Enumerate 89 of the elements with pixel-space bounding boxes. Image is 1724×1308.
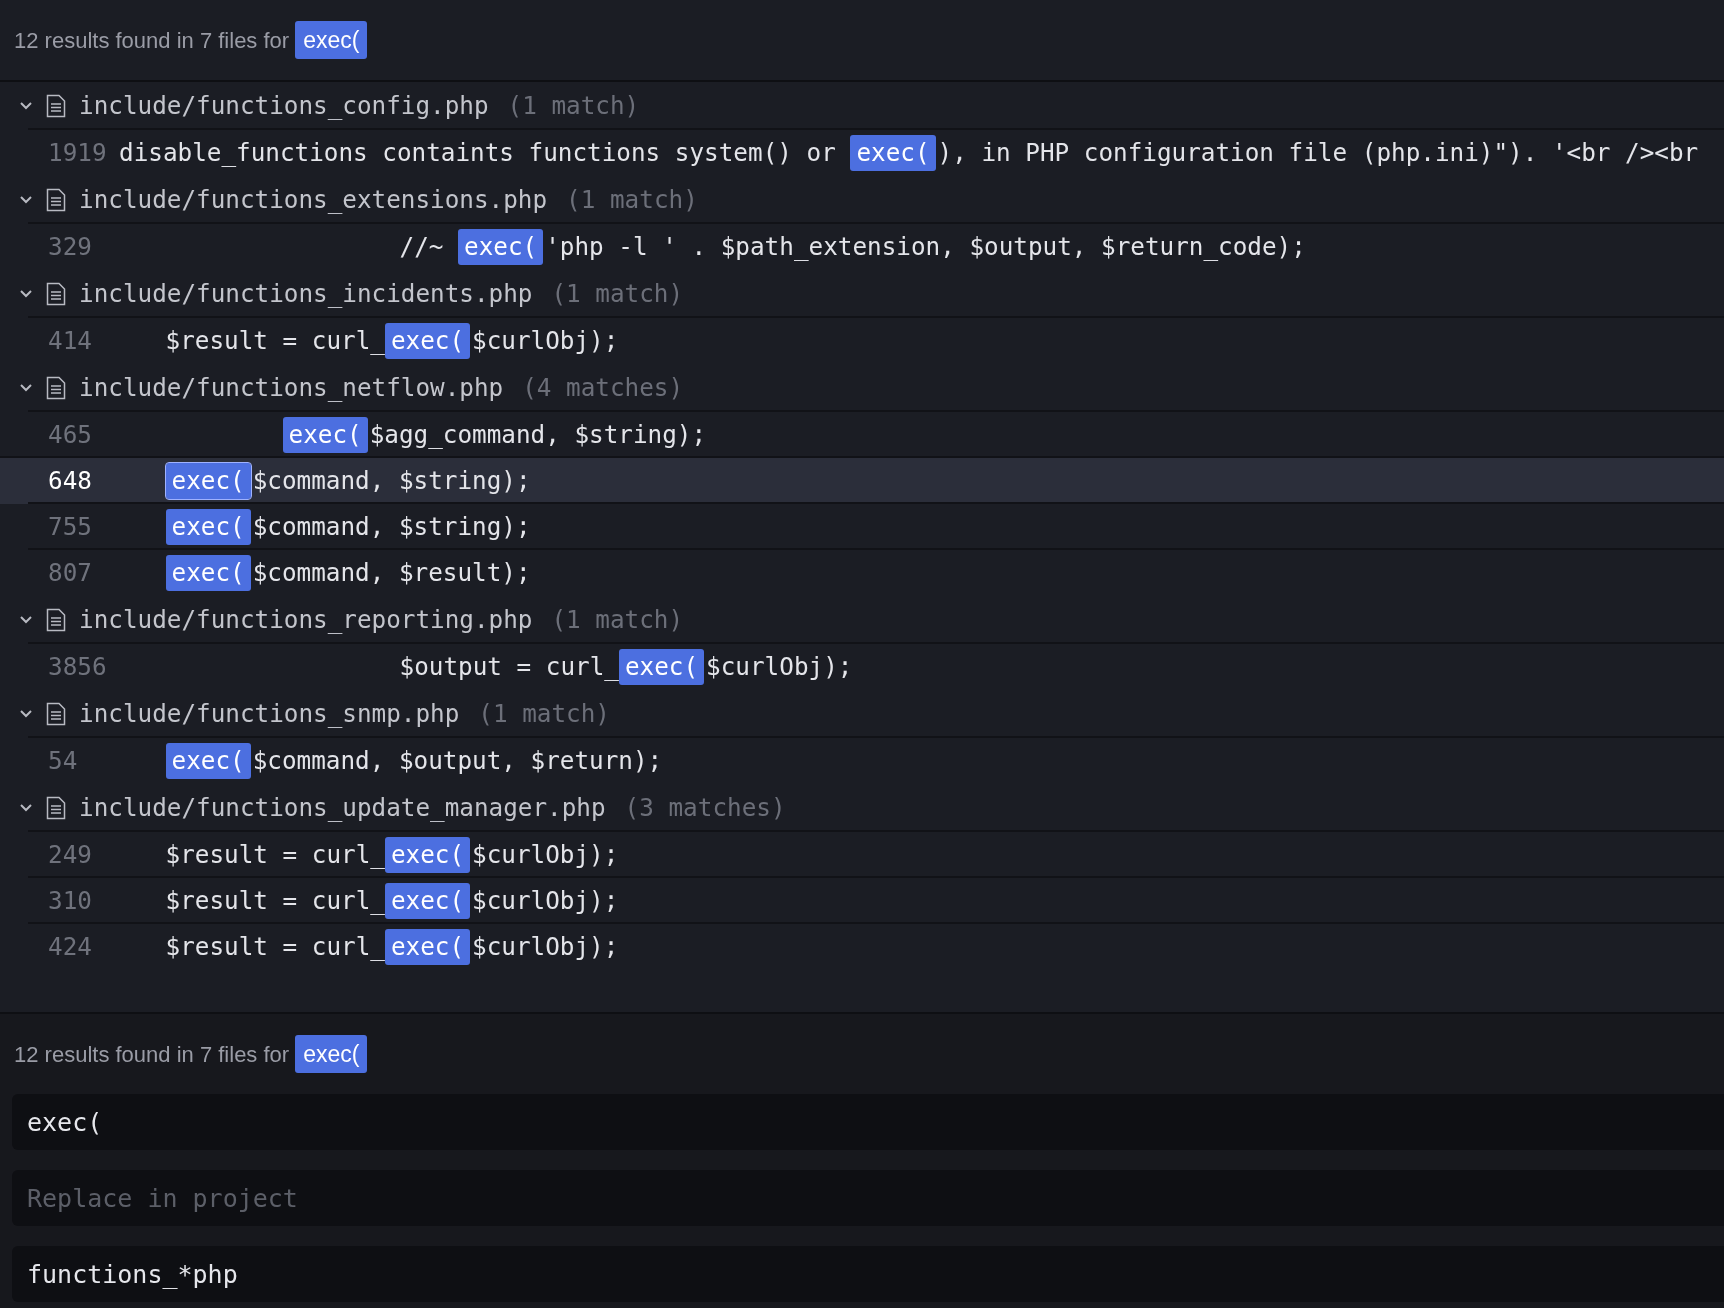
match-highlight: exec( [165,554,251,592]
match-highlight: exec( [384,882,471,920]
match-highlight: exec( [458,228,544,266]
file-header[interactable]: include/functions_config.php (1 match) [0,82,1724,130]
file-path: include/functions_snmp.php [79,697,460,730]
file-icon [46,608,66,632]
match-count: (1 match) [478,697,610,730]
file-header[interactable]: include/functions_update_manager.php (3 matches) [0,784,1724,832]
query-tag: exec( [295,1034,368,1074]
match-row[interactable]: 424 $result = curl_ exec( $curlObj); [28,922,1724,970]
file-header[interactable]: include/functions_incidents.php (1 match) [0,270,1724,318]
match-highlight: exec( [384,836,471,874]
match-row[interactable]: 414 $result = curl_ exec( $curlObj); [28,316,1724,364]
file-icon [46,702,66,726]
search-field[interactable]: exec( [12,1094,1724,1150]
match-highlight: exec( [282,416,368,454]
file-path: include/functions_netflow.php [79,371,504,404]
file-icon [46,188,66,212]
file-header[interactable]: include/functions_reporting.php (1 match) [0,596,1724,644]
match-row[interactable]: 54 exec( $command, $output, $return); [28,736,1724,784]
code-text: ), in PHP configuration file (php.ini)"). '<br /><br [937,136,1699,169]
match-count: (1 match) [551,277,684,310]
match-count: (1 match) [507,89,640,122]
match-row[interactable]: 807 exec( $command, $result); [28,548,1724,596]
file-icon [46,376,66,400]
code-text: $command, $string); [252,510,531,543]
match-row[interactable]: 329 //~ exec( 'php -l ' . $path_extension, $output, $return_code); [28,222,1724,270]
match-highlight: exec( [384,928,471,966]
match-count: (3 matches) [624,791,786,824]
code-text: $curlObj); [472,884,619,917]
line-number: 424 [47,930,93,963]
file-filter-field[interactable]: functions_*php [12,1246,1724,1302]
match-row[interactable]: 310 $result = curl_ exec( $curlObj); [28,876,1724,924]
match-highlight: exec( [618,648,705,686]
match-highlight: exec( [384,322,471,360]
file-path: include/functions_incidents.php [79,277,533,310]
code-text: disable_functions containts functions system() or [119,136,837,169]
file-path: include/functions_config.php [79,89,489,122]
line-number: 807 [47,556,93,589]
code-text: $result = curl_ [165,324,385,357]
file-header[interactable]: include/functions_extensions.php (1 match) [0,176,1724,224]
line-number: 329 [47,230,93,263]
code-text: $output = curl_ [399,650,619,683]
line-number: 414 [47,324,93,357]
results-summary: 12 results found in 7 files for [14,26,290,55]
file-path: include/functions_reporting.php [79,603,533,636]
file-icon [46,796,66,820]
line-number: 310 [47,884,93,917]
match-highlight: exec( [850,134,936,172]
line-number: 648 [47,464,93,497]
line-number: 54 [47,744,79,777]
code-text: $curlObj); [706,650,853,683]
file-path: include/functions_update_manager.php [79,791,606,824]
match-row[interactable]: 249 $result = curl_ exec( $curlObj); [28,830,1724,878]
code-text: $result = curl_ [165,884,385,917]
match-row[interactable]: 648 exec( $command, $string); [0,456,1724,504]
code-text: $result = curl_ [165,838,385,871]
line-number: 465 [47,418,93,451]
code-text: $curlObj); [472,838,619,871]
file-icon [46,94,66,118]
replace-field[interactable]: Replace in project [12,1170,1724,1226]
code-text: //~ [399,230,445,263]
match-highlight: exec( [165,508,251,546]
match-count: (1 match) [566,183,698,216]
file-header[interactable]: include/functions_snmp.php (1 match) [0,690,1724,738]
file-header[interactable]: include/functions_netflow.php (4 matches) [0,364,1724,412]
match-row[interactable]: 3856 $output = curl_ exec( $curlObj); [28,642,1724,690]
results-summary: 12 results found in 7 files for [14,1040,290,1069]
match-count: (1 match) [551,603,684,636]
match-count: (4 matches) [522,371,684,404]
file-path: include/functions_extensions.php [79,183,548,216]
code-text: $command, $string); [252,464,531,497]
line-number: 3856 [47,650,107,683]
code-text: 'php -l ' . $path_extension, $output, $return_code); [545,230,1306,263]
code-text: $curlObj); [472,930,619,963]
match-row[interactable]: 1919 disable_functions containts functions system() or exec( ), in PHP configuration file (php.ini)"). '<br /><br [28,128,1724,176]
code-text: $curlObj); [472,324,619,357]
match-highlight: exec( [165,462,251,500]
code-text: $command, $output, $return); [252,744,663,777]
query-tag: exec( [295,20,368,60]
line-number: 249 [47,838,93,871]
line-number: 755 [47,510,93,543]
match-row[interactable]: 755 exec( $command, $string); [28,502,1724,550]
file-icon [46,282,66,306]
code-text: $result = curl_ [165,930,385,963]
line-number: 1919 [47,136,107,169]
match-highlight: exec( [165,742,251,780]
code-text: $command, $result); [252,556,531,589]
code-text: $agg_command, $string); [369,418,707,451]
